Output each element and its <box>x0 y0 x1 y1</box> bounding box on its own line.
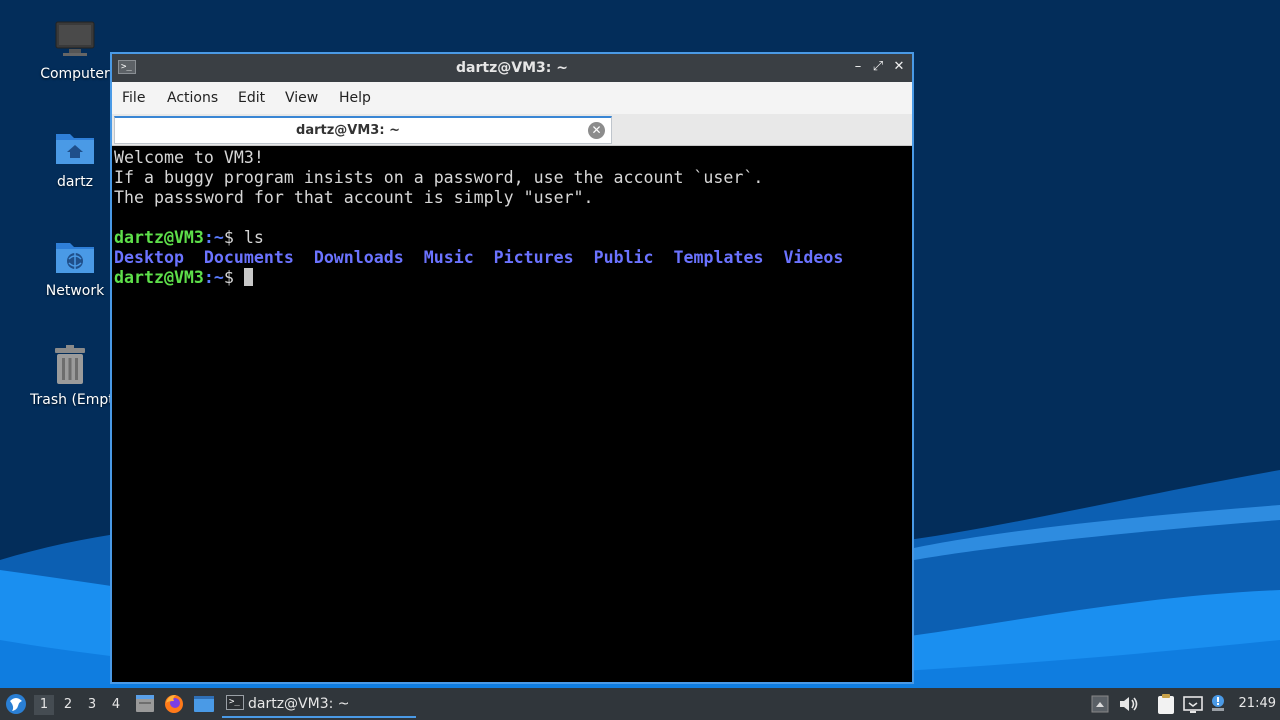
desktop-icon-network[interactable]: Network <box>30 235 120 299</box>
network-folder-icon <box>56 243 94 273</box>
terminal-prompt-line: dartz@VM3:~$ <box>114 268 910 288</box>
dir-entry: Music <box>423 248 474 267</box>
taskbar-terminal-task[interactable]: >_ dartz@VM3: ~ <box>222 690 416 718</box>
menu-view[interactable]: View <box>285 90 318 106</box>
workspace-1[interactable]: 1 <box>34 695 54 715</box>
show-desktop-icon[interactable] <box>192 688 216 720</box>
firefox-launcher-icon[interactable] <box>162 688 186 720</box>
taskbar: 1 2 3 4 >_ dartz@VM3: ~ 21:49 <box>0 688 1280 720</box>
prompt-user: dartz@VM3 <box>114 268 204 287</box>
desktop-icon-home-folder[interactable]: dartz <box>30 126 120 190</box>
dir-entry: Videos <box>783 248 844 267</box>
terminal-output[interactable]: Welcome to VM3! If a buggy program insist… <box>112 146 912 682</box>
computer-icon <box>55 21 95 56</box>
prompt-path: :~ <box>203 268 224 287</box>
workspace-3[interactable]: 3 <box>82 695 102 715</box>
menu-edit[interactable]: Edit <box>238 90 265 106</box>
desktop-icon-label: Computer <box>40 66 110 82</box>
menu-help[interactable]: Help <box>339 90 371 106</box>
dir-entry: Public <box>593 248 654 267</box>
tab-bar: dartz@VM3: ~ ✕ <box>112 114 912 146</box>
menu-actions[interactable]: Actions <box>167 90 218 106</box>
desktop-icon-computer[interactable]: Computer <box>30 18 120 82</box>
prompt-symbol: $ <box>223 268 244 287</box>
task-label: dartz@VM3: ~ <box>248 696 350 712</box>
trash-icon <box>55 345 85 384</box>
start-menu-icon[interactable] <box>0 688 32 720</box>
close-button[interactable]: ✕ <box>891 59 907 75</box>
tab-label: dartz@VM3: ~ <box>296 123 400 138</box>
dir-entry: Downloads <box>313 248 404 267</box>
desktop-icon-label: Network <box>45 283 105 299</box>
desktop-icon-label: dartz <box>56 174 94 190</box>
terminal-line: The passsword for that account is simply… <box>114 188 594 207</box>
dir-entry: Templates <box>673 248 764 267</box>
close-tab-icon[interactable]: ✕ <box>588 122 605 139</box>
desktop-icon-trash[interactable]: Trash (Empty) <box>30 344 110 408</box>
home-folder-icon <box>56 134 94 164</box>
maximize-button[interactable]: ⤢ <box>870 59 886 75</box>
network-status-icon[interactable] <box>1181 688 1205 720</box>
notification-icon[interactable] <box>1208 688 1228 720</box>
desktop-icon-label: Trash (Empty) <box>30 392 110 408</box>
window-title: dartz@VM3: ~ <box>456 60 568 76</box>
menu-file[interactable]: File <box>122 90 145 106</box>
file-manager-launcher-icon[interactable] <box>133 688 157 720</box>
terminal-window: >_ dartz@VM3: ~ – ⤢ ✕ File Actions Edit … <box>110 52 914 684</box>
workspace-2[interactable]: 2 <box>58 695 78 715</box>
clipboard-icon[interactable] <box>1154 688 1178 720</box>
clock[interactable]: 21:49 <box>1239 696 1276 711</box>
menu-bar: File Actions Edit View Help <box>112 82 912 114</box>
terminal-line: Welcome to VM3! <box>114 148 264 167</box>
dir-entry: Documents <box>203 248 294 267</box>
text-cursor <box>243 268 253 286</box>
terminal-line: If a buggy program insists on a password… <box>114 168 764 187</box>
ls-output-line: Desktop Documents Downloads Music Pictur… <box>114 248 910 268</box>
workspace-4[interactable]: 4 <box>106 695 126 715</box>
window-titlebar[interactable]: >_ dartz@VM3: ~ – ⤢ ✕ <box>112 54 912 82</box>
terminal-tab[interactable]: dartz@VM3: ~ ✕ <box>114 116 612 144</box>
tray-arrow-up-icon[interactable] <box>1090 688 1110 720</box>
dir-entry: Desktop <box>114 248 184 267</box>
prompt-path: :~ <box>203 228 224 247</box>
volume-icon[interactable] <box>1116 688 1140 720</box>
terminal-icon: >_ <box>226 695 244 710</box>
dir-entry: Pictures <box>493 248 574 267</box>
minimize-button[interactable]: – <box>850 59 866 75</box>
terminal-command-line: dartz@VM3:~$ ls <box>114 228 910 248</box>
prompt-user: dartz@VM3 <box>114 228 204 247</box>
command-text: ls <box>243 228 264 247</box>
prompt-symbol: $ <box>223 228 244 247</box>
